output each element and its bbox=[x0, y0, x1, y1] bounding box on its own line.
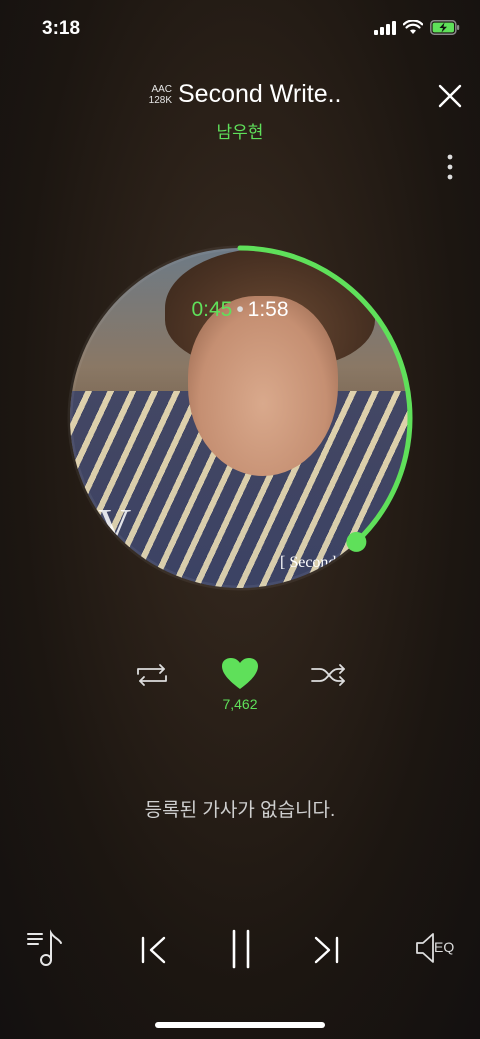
total-time: 1:58 bbox=[247, 298, 289, 321]
artist-name[interactable]: 남우현 bbox=[0, 118, 480, 143]
repeat-icon bbox=[137, 664, 167, 686]
previous-track-button[interactable] bbox=[138, 934, 168, 966]
battery-charging-icon bbox=[430, 20, 460, 35]
next-track-button[interactable] bbox=[312, 934, 342, 966]
lyrics-empty-message[interactable]: 등록된 가사가 없습니다. bbox=[0, 795, 480, 822]
signal-icon bbox=[374, 20, 396, 35]
skip-next-icon bbox=[314, 936, 339, 964]
codec-bitrate: 128K bbox=[148, 95, 172, 106]
close-button[interactable] bbox=[436, 82, 464, 110]
heart-icon bbox=[222, 658, 258, 689]
progress-ring[interactable] bbox=[60, 238, 420, 598]
shuffle-button[interactable] bbox=[310, 662, 348, 688]
playlist-button[interactable] bbox=[26, 928, 66, 968]
equalizer-button[interactable]: EQ bbox=[414, 930, 460, 966]
status-icons bbox=[374, 20, 460, 35]
eq-label: EQ bbox=[434, 939, 455, 955]
progress-arc bbox=[237, 245, 413, 545]
progress-knob[interactable] bbox=[346, 531, 367, 552]
status-time: 3:18 bbox=[42, 18, 81, 39]
current-time: 0:45 bbox=[191, 298, 233, 321]
close-icon bbox=[438, 84, 462, 108]
playlist-music-icon bbox=[27, 929, 62, 966]
pause-icon bbox=[232, 929, 250, 969]
codec-format: AAC bbox=[151, 84, 172, 95]
home-indicator[interactable] bbox=[155, 1022, 325, 1028]
like-count: 7,462 bbox=[222, 696, 258, 712]
pause-button[interactable] bbox=[226, 928, 256, 970]
song-title: Second Write.. bbox=[178, 80, 342, 108]
like-button[interactable] bbox=[221, 657, 259, 691]
time-separator: • bbox=[236, 298, 244, 321]
codec-badge: AAC 128K bbox=[136, 84, 172, 106]
skip-previous-icon bbox=[141, 936, 166, 964]
time-display: 0:45 • 1:58 bbox=[0, 298, 480, 322]
more-vertical-icon bbox=[447, 154, 453, 180]
wifi-icon bbox=[403, 20, 423, 34]
repeat-button[interactable] bbox=[134, 662, 170, 688]
more-options-button[interactable] bbox=[440, 152, 460, 184]
shuffle-icon bbox=[311, 664, 345, 686]
